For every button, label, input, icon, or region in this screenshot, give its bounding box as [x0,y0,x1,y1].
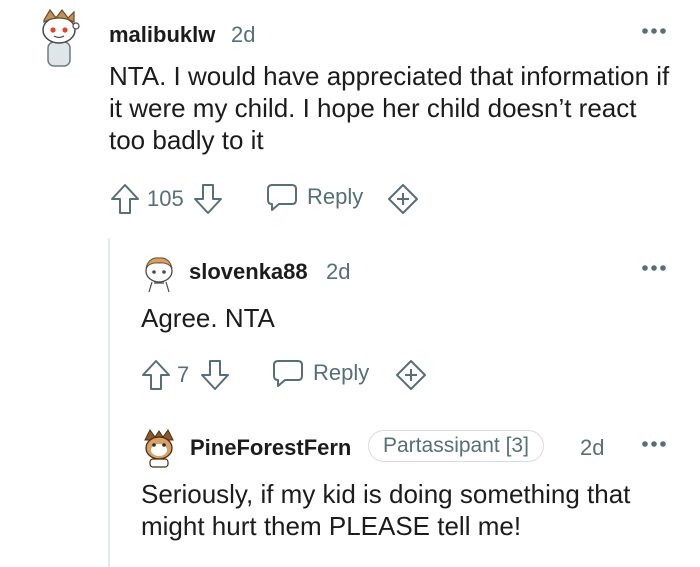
comment-body: Agree. NTA [141,303,275,333]
speech-bubble-icon [267,184,297,211]
downvote-arrow-icon[interactable] [193,183,223,215]
add-award-icon[interactable] [395,359,427,391]
more-options-icon[interactable] [641,27,667,35]
user-flair-badge: Partassipant [3] [368,430,544,462]
comment-body: Seriously, if my kid is doing something … [141,479,631,541]
comment-author[interactable]: malibuklw [109,22,215,48]
speech-bubble-icon [273,360,303,387]
reply-label: Reply [307,184,364,209]
upvote-arrow-icon[interactable] [141,359,171,391]
snoo-avatar-icon [145,257,173,293]
comment-age: 2d [326,259,351,284]
reply-button[interactable]: Reply [266,182,363,212]
upvote-arrow-icon[interactable] [110,183,140,215]
downvote-arrow-icon[interactable] [200,359,230,391]
comment-body: NTA. I would have appreciated that infor… [109,61,670,155]
comment-age: 2d [231,22,256,47]
more-options-icon[interactable] [641,440,667,448]
thread-line[interactable] [108,238,110,567]
add-award-icon[interactable] [387,183,419,215]
reply-label: Reply [313,360,370,385]
vote-count: 105 [147,186,184,211]
avatar[interactable] [142,428,176,468]
vote-count: 7 [177,362,190,387]
avatar[interactable] [141,254,177,294]
more-options-icon[interactable] [641,264,667,272]
snoo-avatar-icon [144,429,174,468]
comment-author[interactable]: PineForestFern [190,435,351,461]
snoo-avatar-icon [42,8,80,67]
comment-author[interactable]: slovenka88 [189,259,308,285]
reply-button[interactable]: Reply [272,358,369,388]
avatar[interactable] [36,6,82,68]
comment-age: 2d [580,435,605,460]
